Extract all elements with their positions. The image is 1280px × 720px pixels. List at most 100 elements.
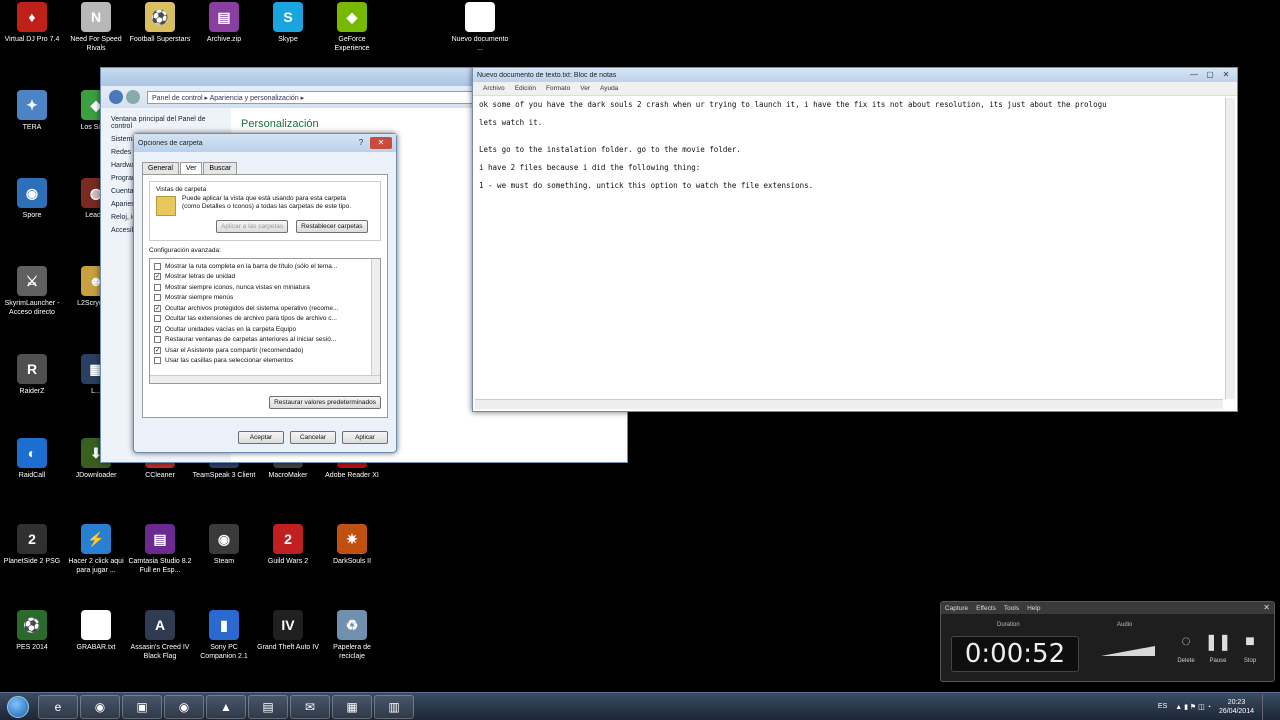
desktop-icon[interactable]: ⚽ PES 2014 — [0, 610, 64, 652]
desktop-icon[interactable]: ◆ GeForce Experience — [320, 2, 384, 53]
taskbar-button[interactable]: ◉ — [80, 694, 120, 719]
taskbar-button[interactable]: e — [38, 694, 78, 719]
taskbar-button[interactable]: ◉ — [164, 694, 204, 719]
close-icon[interactable]: ✕ — [1263, 603, 1270, 612]
apply-to-folders-button[interactable]: Aplicar a las carpetas — [216, 220, 289, 233]
restore-defaults-button[interactable]: Restaurar valores predeterminados — [269, 396, 381, 409]
recorder-widget[interactable]: Capture Effects Tools Help ✕ Duration 0:00:… — [940, 601, 1275, 682]
taskbar-button[interactable]: ▤ — [248, 694, 288, 719]
setting-row[interactable]: ✓ Usar el Asistente para compartir (recom… — [154, 345, 368, 356]
taskbar-button[interactable]: ▦ — [332, 694, 372, 719]
tab-buscar[interactable]: Buscar — [203, 162, 238, 174]
setting-row[interactable]: Usar las casillas para seleccionar eleme… — [154, 356, 368, 367]
settings-vertical-scrollbar[interactable] — [371, 259, 380, 383]
desktop-icon[interactable]: IV Grand Theft Auto IV — [256, 610, 320, 652]
desktop-icon[interactable]: ⚡ Hacer 2 click aqui para jugar ... — [64, 524, 128, 575]
setting-row[interactable]: ✓ Mostrar letras de unidad — [154, 272, 368, 283]
menu-item[interactable]: Ver — [580, 85, 590, 92]
desktop-icon[interactable]: ◉ Steam — [192, 524, 256, 566]
folder-icon — [156, 196, 176, 216]
desktop-icon[interactable]: R RaiderZ — [0, 354, 64, 396]
show-desktop-button[interactable] — [1262, 693, 1272, 720]
setting-row[interactable]: ✓ Ocultar unidades vacías en la carpeta E… — [154, 324, 368, 335]
delete-button[interactable]: ◌ Delete — [1173, 630, 1199, 664]
back-button[interactable] — [109, 90, 123, 104]
recorder-menu-item[interactable]: Capture — [945, 605, 968, 612]
setting-checkbox[interactable] — [154, 294, 161, 302]
desktop-icon[interactable]: ▤ Camtasia Studio 8.2 Full en Esp... — [128, 524, 192, 575]
help-icon[interactable]: ? — [354, 137, 368, 149]
setting-checkbox[interactable]: ✓ — [154, 273, 161, 281]
recorder-menu-item[interactable]: Effects — [976, 605, 996, 612]
setting-checkbox[interactable] — [154, 357, 161, 365]
close-icon[interactable]: ✕ — [370, 137, 392, 149]
setting-row[interactable]: Ocultar las extensiones de archivo para … — [154, 314, 368, 325]
folder-options-titlebar[interactable]: Opciones de carpeta ? ✕ — [134, 134, 396, 152]
settings-horizontal-scrollbar[interactable] — [150, 375, 380, 383]
desktop-icon[interactable]: GRABAR.txt — [64, 610, 128, 652]
forward-button[interactable] — [126, 90, 140, 104]
taskbar-button[interactable]: ▥ — [374, 694, 414, 719]
desktop-icon[interactable]: Nuevo documento ... — [448, 2, 512, 53]
setting-checkbox[interactable]: ✓ — [154, 346, 161, 354]
notepad-text-area[interactable]: ok some of you have the dark souls 2 cra… — [479, 100, 1223, 190]
language-indicator[interactable]: ES — [1158, 703, 1167, 710]
setting-row[interactable]: Restaurar ventanas de carpetas anteriore… — [154, 335, 368, 346]
desktop-icon[interactable]: ⚽ Football Superstars — [128, 2, 192, 44]
taskbar-button[interactable]: ✉ — [290, 694, 330, 719]
desktop-icon[interactable]: ♦ Virtual DJ Pro 7.4 — [0, 2, 64, 44]
advanced-settings-list[interactable]: Mostrar la ruta completa en la barra de … — [149, 258, 381, 384]
desktop-icon[interactable]: 2 Guild Wars 2 — [256, 524, 320, 566]
desktop-icon[interactable]: ◐ RaidCall — [0, 438, 64, 480]
notepad-vertical-scrollbar[interactable] — [1225, 98, 1235, 399]
desktop-icon[interactable]: A Assasin's Creed IV Black Flag — [128, 610, 192, 661]
recorder-menu-item[interactable]: Help — [1027, 605, 1040, 612]
setting-row[interactable]: Mostrar la ruta completa en la barra de … — [154, 261, 368, 272]
tray-icons[interactable]: ▲ ▮ ⚑ ◫ ◔ — [1175, 703, 1211, 711]
desktop-icon[interactable]: ⚔ SkyrimLauncher - Acceso directo — [0, 266, 64, 317]
desktop-icon[interactable]: ✷ DarkSouls II — [320, 524, 384, 566]
tab-ver[interactable]: Ver — [179, 162, 203, 174]
menu-item[interactable]: Formato — [546, 85, 570, 92]
maximize-icon[interactable]: ▢ — [1203, 69, 1217, 81]
menu-item[interactable]: Edición — [515, 85, 536, 92]
taskbar-button[interactable]: ▣ — [122, 694, 162, 719]
notepad-titlebar[interactable]: Nuevo documento de texto.txt: Bloc de no… — [473, 68, 1237, 82]
folder-options-dialog[interactable]: Opciones de carpeta ? ✕ General Ver Buscar… — [133, 133, 397, 453]
setting-checkbox[interactable]: ✓ — [154, 304, 161, 312]
desktop-icon[interactable]: N Need For Speed Rivals — [64, 2, 128, 53]
ok-button[interactable]: Aceptar — [238, 431, 284, 444]
tab-general[interactable]: General — [142, 162, 179, 174]
menu-item[interactable]: Ayuda — [600, 85, 618, 92]
close-icon[interactable]: ✕ — [1219, 69, 1233, 81]
menu-item[interactable]: Archivo — [483, 85, 505, 92]
setting-checkbox[interactable] — [154, 262, 161, 270]
desktop-icon[interactable]: S Skype — [256, 2, 320, 44]
apply-button[interactable]: Aplicar — [342, 431, 388, 444]
setting-row[interactable]: Mostrar siempre iconos, nunca vistas en … — [154, 282, 368, 293]
desktop-icon[interactable]: 2 PlanetSide 2 PSG — [0, 524, 64, 566]
notepad-window[interactable]: Nuevo documento de texto.txt: Bloc de no… — [472, 67, 1238, 412]
setting-checkbox[interactable] — [154, 283, 161, 291]
cancel-button[interactable]: Cancelar — [290, 431, 336, 444]
recorder-menu-item[interactable]: Tools — [1004, 605, 1019, 612]
setting-checkbox[interactable]: ✓ — [154, 325, 161, 333]
start-button[interactable] — [0, 694, 36, 720]
control-panel-nav-link[interactable]: Ventana principal del Panel de control — [111, 116, 221, 130]
desktop-icon[interactable]: ♻ Papelera de reciclaje — [320, 610, 384, 661]
setting-row[interactable]: Mostrar siempre menús — [154, 293, 368, 304]
minimize-icon[interactable]: — — [1187, 69, 1201, 81]
desktop-icon[interactable]: ▤ Archive.zip — [192, 2, 256, 44]
desktop-icon[interactable]: ◉ Spore — [0, 178, 64, 220]
notepad-horizontal-scrollbar[interactable] — [475, 399, 1223, 409]
desktop-icon[interactable]: ▮ Sony PC Companion 2.1 — [192, 610, 256, 661]
setting-checkbox[interactable] — [154, 336, 161, 344]
pause-button[interactable]: ❚❚ Pause — [1205, 630, 1232, 664]
stop-button[interactable]: ■ Stop — [1237, 630, 1263, 664]
desktop-icon[interactable]: ✦ TERA — [0, 90, 64, 132]
clock[interactable]: 20:23 26/04/2014 — [1219, 698, 1254, 716]
reset-folders-button[interactable]: Restablecer carpetas — [296, 220, 368, 233]
setting-checkbox[interactable] — [154, 315, 161, 323]
setting-row[interactable]: ✓ Ocultar archivos protegidos del sistema… — [154, 303, 368, 314]
taskbar-button[interactable]: ▲ — [206, 694, 246, 719]
